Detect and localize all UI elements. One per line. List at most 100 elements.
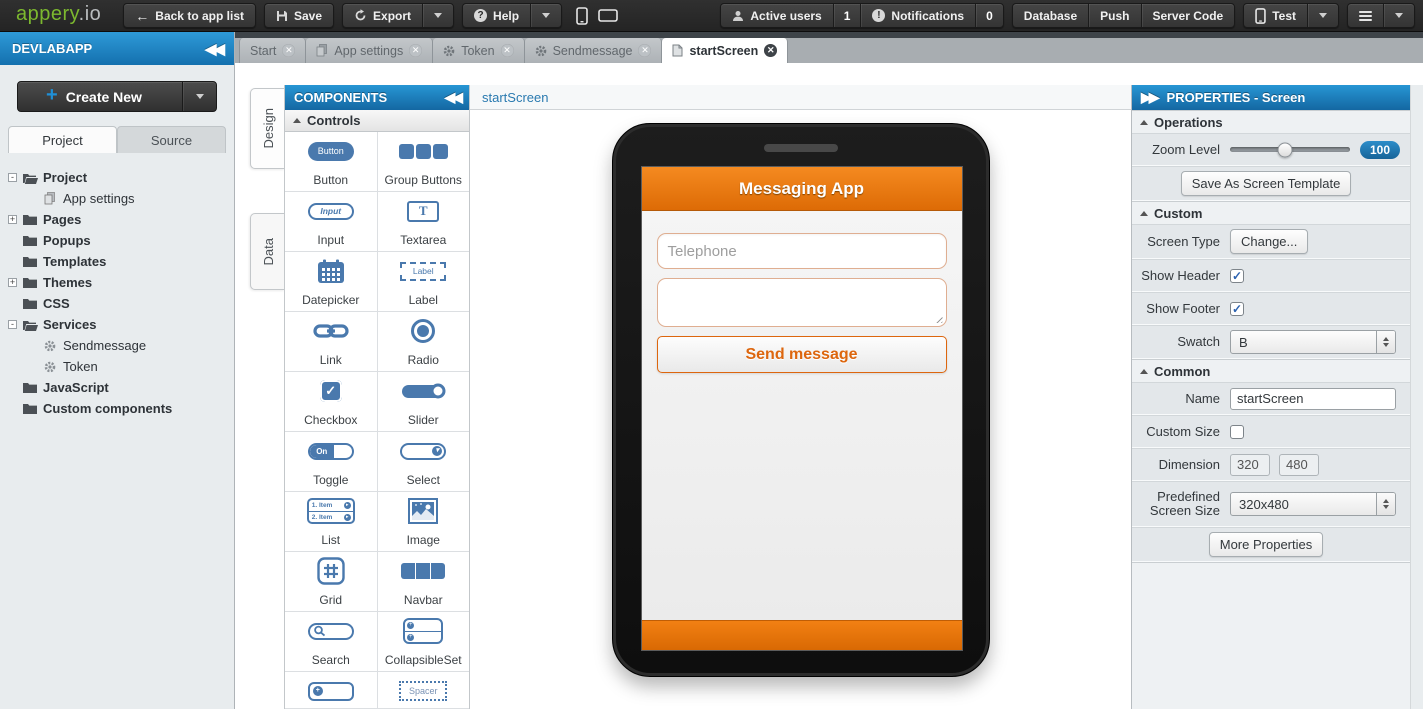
component-button[interactable]: Button Button xyxy=(285,132,377,191)
mobile-footer[interactable] xyxy=(642,620,962,650)
tab-sendmessage[interactable]: Sendmessage ✕ xyxy=(525,38,663,63)
back-to-app-list-button[interactable]: ←Back to app list xyxy=(123,3,256,28)
database-button[interactable]: Database xyxy=(1013,4,1088,27)
tab-token[interactable]: Token ✕ xyxy=(433,38,524,63)
component-spacer[interactable]: Spacer xyxy=(378,672,470,709)
message-textarea[interactable] xyxy=(657,278,947,327)
tab-start[interactable]: Start ✕ xyxy=(239,38,306,63)
help-button[interactable]: ?Help xyxy=(463,4,530,27)
tree-item-css[interactable]: CSS xyxy=(6,293,234,314)
show-header-checkbox[interactable]: ✓ xyxy=(1230,269,1244,283)
stepper-icon[interactable] xyxy=(1376,331,1395,353)
expand-node-icon[interactable]: + xyxy=(8,278,17,287)
collapse-node-icon[interactable]: - xyxy=(8,320,17,329)
send-message-button[interactable]: Send message xyxy=(657,336,947,373)
tree-item-project[interactable]: - Project xyxy=(6,167,234,188)
predefined-screen-size-select[interactable]: 320x480 xyxy=(1230,492,1396,516)
create-new-dropdown-button[interactable] xyxy=(182,82,216,111)
zoom-slider[interactable] xyxy=(1230,147,1350,152)
tree-item-pages[interactable]: + Pages xyxy=(6,209,234,230)
component-image[interactable]: Image xyxy=(378,492,470,551)
common-section-header[interactable]: Common xyxy=(1132,359,1410,382)
close-tab-icon[interactable]: ✕ xyxy=(764,44,777,57)
component-group-buttons[interactable]: Group Buttons xyxy=(378,132,470,191)
component-checkbox[interactable]: ✓ Checkbox xyxy=(285,372,377,431)
resize-handle-icon[interactable] xyxy=(934,314,943,323)
tree-item-app-settings[interactable]: App settings xyxy=(26,188,234,209)
tablet-icon[interactable] xyxy=(598,9,618,22)
component-slider[interactable]: Slider xyxy=(378,372,470,431)
component-link[interactable]: Link xyxy=(285,312,377,371)
component-label[interactable]: Label Label xyxy=(378,252,470,311)
save-as-screen-template-button[interactable]: Save As Screen Template xyxy=(1181,171,1352,196)
component-select[interactable]: ▾ Select xyxy=(378,432,470,491)
collapse-panel-icon[interactable]: ◀◀ xyxy=(444,89,460,106)
phone-screen[interactable]: Messaging App Telephone Send message xyxy=(641,166,963,651)
test-dropdown-button[interactable] xyxy=(1308,4,1338,27)
more-properties-button[interactable]: More Properties xyxy=(1209,532,1323,557)
tab-app-settings[interactable]: App settings ✕ xyxy=(306,38,433,63)
tab-project[interactable]: Project xyxy=(8,126,117,153)
export-button[interactable]: Export xyxy=(343,4,422,27)
help-dropdown-button[interactable] xyxy=(531,4,561,27)
stepper-icon[interactable] xyxy=(1376,493,1395,515)
mobile-header[interactable]: Messaging App xyxy=(642,167,962,211)
show-footer-checkbox[interactable]: ✓ xyxy=(1230,302,1244,316)
change-screen-type-button[interactable]: Change... xyxy=(1230,229,1308,254)
close-tab-icon[interactable]: ✕ xyxy=(409,44,422,57)
component-toggle[interactable]: On Toggle xyxy=(285,432,377,491)
tree-item-templates[interactable]: Templates xyxy=(6,251,234,272)
server-code-button[interactable]: Server Code xyxy=(1142,4,1235,27)
custom-size-checkbox[interactable] xyxy=(1230,425,1244,439)
dimension-width-input[interactable]: 320 xyxy=(1230,454,1270,476)
tree-item-sendmessage[interactable]: Sendmessage xyxy=(26,335,234,356)
expand-panel-icon[interactable]: ▶▶ xyxy=(1141,89,1157,106)
tree-item-services[interactable]: - Services xyxy=(6,314,234,335)
tree-item-themes[interactable]: + Themes xyxy=(6,272,234,293)
component-input[interactable]: Input Input xyxy=(285,192,377,251)
tab-source[interactable]: Source xyxy=(117,126,226,153)
test-button[interactable]: Test xyxy=(1244,4,1307,27)
component-collapsible[interactable]: + xyxy=(285,672,377,709)
component-radio[interactable]: Radio xyxy=(378,312,470,371)
close-tab-icon[interactable]: ✕ xyxy=(638,44,651,57)
custom-section-header[interactable]: Custom xyxy=(1132,201,1410,224)
component-datepicker[interactable]: Datepicker xyxy=(285,252,377,311)
operations-section-header[interactable]: Operations xyxy=(1132,110,1410,133)
phone-icon[interactable] xyxy=(576,7,588,25)
close-tab-icon[interactable]: ✕ xyxy=(282,44,295,57)
dimension-height-input[interactable]: 480 xyxy=(1279,454,1319,476)
active-users-button[interactable]: Active users xyxy=(721,4,832,27)
component-collapsibleset[interactable]: + + CollapsibleSet xyxy=(378,612,470,671)
component-list[interactable]: 1. Item▸ 2. Item▸ List xyxy=(285,492,377,551)
tree-item-token[interactable]: Token xyxy=(26,356,234,377)
push-button[interactable]: Push xyxy=(1089,4,1140,27)
name-input[interactable]: startScreen xyxy=(1230,388,1396,410)
tab-design[interactable]: Design xyxy=(250,88,285,169)
scroll-gutter[interactable] xyxy=(1410,85,1423,709)
close-tab-icon[interactable]: ✕ xyxy=(501,44,514,57)
menu-dropdown-button[interactable] xyxy=(1384,4,1414,27)
create-new-button[interactable]: + Create New xyxy=(17,81,217,112)
expand-node-icon[interactable]: + xyxy=(8,215,17,224)
collapse-sidebar-icon[interactable]: ◀◀ xyxy=(205,40,222,58)
save-button[interactable]: Save xyxy=(264,3,334,28)
component-search[interactable]: Search xyxy=(285,612,377,671)
tab-startscreen[interactable]: startScreen ✕ xyxy=(662,38,788,63)
tree-item-javascript[interactable]: JavaScript xyxy=(6,377,234,398)
collapse-node-icon[interactable]: - xyxy=(8,173,17,182)
export-dropdown-button[interactable] xyxy=(423,4,453,27)
main-menu-button[interactable] xyxy=(1348,4,1383,27)
tab-data[interactable]: Data xyxy=(250,213,285,290)
component-grid[interactable]: Grid xyxy=(285,552,377,611)
zoom-slider-thumb[interactable] xyxy=(1278,142,1293,157)
tree-item-popups[interactable]: Popups xyxy=(6,230,234,251)
component-navbar[interactable]: Navbar xyxy=(378,552,470,611)
swatch-select[interactable]: B xyxy=(1230,330,1396,354)
breadcrumb[interactable]: startScreen xyxy=(470,85,1131,110)
notifications-button[interactable]: !Notifications xyxy=(861,4,975,27)
telephone-input[interactable]: Telephone xyxy=(657,233,947,269)
controls-section-header[interactable]: Controls xyxy=(285,110,469,132)
component-textarea[interactable]: T Textarea xyxy=(378,192,470,251)
tree-item-custom-components[interactable]: Custom components xyxy=(6,398,234,419)
